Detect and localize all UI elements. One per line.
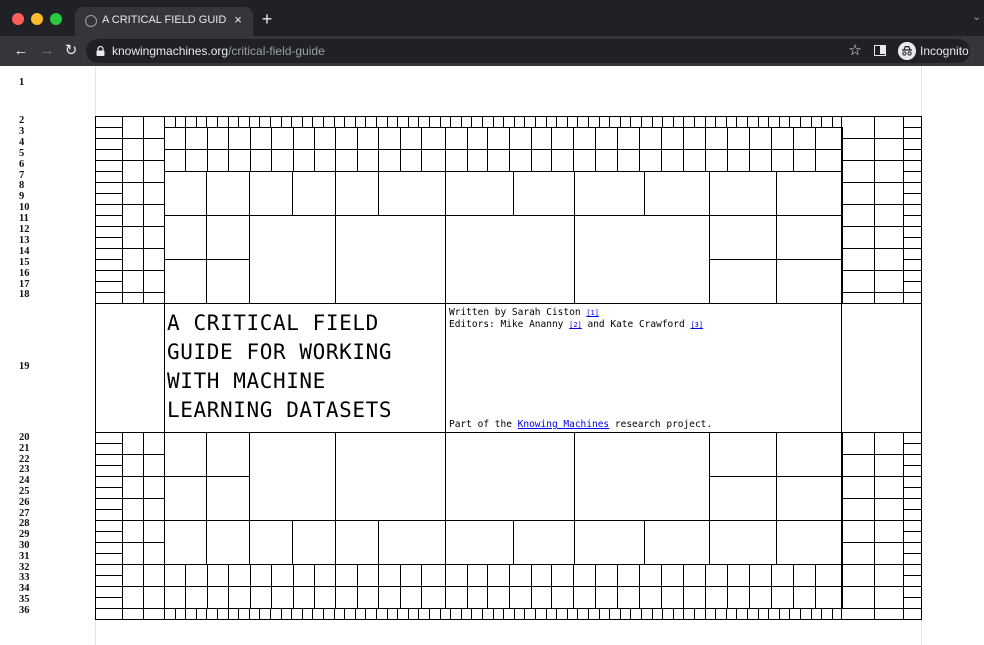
- incognito-icon: [898, 42, 916, 60]
- row-number: 4: [19, 136, 25, 148]
- maximize-window-button[interactable]: [50, 13, 62, 25]
- back-arrow-icon[interactable]: ←: [12, 42, 30, 60]
- knowing-machines-link[interactable]: Knowing Machines: [518, 419, 610, 430]
- project-credit: Part of the Knowing Machines research pr…: [449, 419, 712, 430]
- tab-active[interactable]: A CRITICAL FIELD GUIDE FOR W ×: [75, 7, 253, 36]
- row-number: 2: [19, 115, 25, 126]
- footnote-link-2[interactable]: [2]: [569, 321, 582, 329]
- editors-text: Editors: Mike Ananny: [449, 319, 570, 330]
- editors-line: Editors: Mike Ananny [2] and Kate Crawfo…: [449, 319, 703, 331]
- row-number: 13: [19, 234, 30, 246]
- row-number: 22: [19, 453, 30, 465]
- tab-search-chevron-icon[interactable]: ⌄: [972, 10, 984, 24]
- url-path: /critical-field-guide: [228, 44, 325, 58]
- row-number: 30: [19, 540, 30, 551]
- row-number: 6: [19, 158, 25, 170]
- row-number-gutter: 1 2 3 4 5 6 7 8 9 10 11 12 13 14 15 16 17 18 19 20 21 22 23 24 2…: [5, 66, 95, 645]
- row-number: 8: [19, 180, 25, 192]
- editors-and-text: and Kate Crawford: [581, 319, 691, 330]
- row-number: 33: [19, 572, 30, 584]
- tab-close-icon[interactable]: ×: [231, 13, 245, 27]
- globe-icon: [85, 15, 97, 27]
- lock-icon: [96, 46, 105, 56]
- row-number: 3: [19, 125, 25, 137]
- title-line: A CRITICAL FIELD: [167, 311, 379, 335]
- row-number: 26: [19, 496, 30, 508]
- row-number: 29: [19, 529, 30, 541]
- row-number: 31: [19, 550, 30, 562]
- footnote-link-3[interactable]: [3]: [690, 321, 703, 329]
- row-number: 11: [19, 213, 29, 225]
- row-number: 35: [19, 594, 30, 605]
- row-number: 16: [19, 267, 30, 279]
- page-title: A CRITICAL FIELD GUIDE FOR WORKING WITH …: [167, 309, 437, 425]
- minimize-window-button[interactable]: [31, 13, 43, 25]
- title-line: LEARNING DATASETS: [167, 398, 393, 422]
- new-tab-button[interactable]: +: [259, 10, 275, 28]
- row-number: 32: [19, 561, 30, 573]
- url-host: knowingmachines.org: [112, 44, 229, 58]
- incognito-label: Incognito: [920, 44, 969, 58]
- side-panel-icon[interactable]: [874, 45, 886, 56]
- author-line: Written by Sarah Ciston [1]: [449, 307, 703, 319]
- toolbar: ← → ↻ knowingmachines.org/critical-field…: [0, 36, 984, 66]
- url-text: knowingmachines.org/critical-field-guide: [112, 44, 325, 58]
- row-number: 15: [19, 256, 30, 268]
- credit-prefix: Part of the: [449, 419, 518, 430]
- tab-strip: A CRITICAL FIELD GUIDE FOR W × + ⌄: [0, 0, 984, 36]
- row-number: 23: [19, 464, 30, 476]
- address-bar[interactable]: knowingmachines.org/critical-field-guide…: [86, 39, 970, 63]
- close-window-button[interactable]: [12, 13, 24, 25]
- row-number: 24: [19, 475, 30, 487]
- bookmark-star-icon[interactable]: ☆: [846, 42, 864, 60]
- row-number: 28: [19, 518, 30, 530]
- row-number: 9: [19, 191, 25, 203]
- row-number: 1: [19, 77, 25, 88]
- title-line: GUIDE FOR WORKING: [167, 340, 393, 364]
- row-number: 21: [19, 442, 30, 454]
- row-number: 20: [19, 432, 30, 443]
- row-number: 14: [19, 245, 30, 257]
- row-number: 25: [19, 486, 30, 497]
- tab-title: A CRITICAL FIELD GUIDE FOR W: [102, 14, 227, 26]
- footnote-link-1[interactable]: [1]: [586, 309, 599, 317]
- menu-kebab-icon[interactable]: ⋮: [979, 41, 984, 61]
- forward-arrow-icon[interactable]: →: [38, 42, 56, 60]
- row-number: 27: [19, 507, 30, 519]
- row-number: 7: [19, 169, 25, 181]
- credit-suffix: research project.: [609, 419, 713, 430]
- byline: Written by Sarah Ciston [1] Editors: Mik…: [449, 307, 703, 331]
- row-number: 12: [19, 224, 30, 235]
- browser-window: A CRITICAL FIELD GUIDE FOR W × + ⌄ ← → ↻…: [0, 0, 984, 645]
- row-number: 36: [19, 604, 30, 616]
- reload-icon[interactable]: ↻: [62, 42, 80, 60]
- row-number: 18: [19, 289, 30, 301]
- row-number: 17: [19, 278, 30, 290]
- row-number: 34: [19, 583, 30, 595]
- row-number: 5: [19, 147, 25, 159]
- title-line: WITH MACHINE: [167, 369, 326, 393]
- author-text: Written by Sarah Ciston: [449, 307, 587, 318]
- row-number: 19: [19, 361, 30, 372]
- row-number: 10: [19, 202, 30, 214]
